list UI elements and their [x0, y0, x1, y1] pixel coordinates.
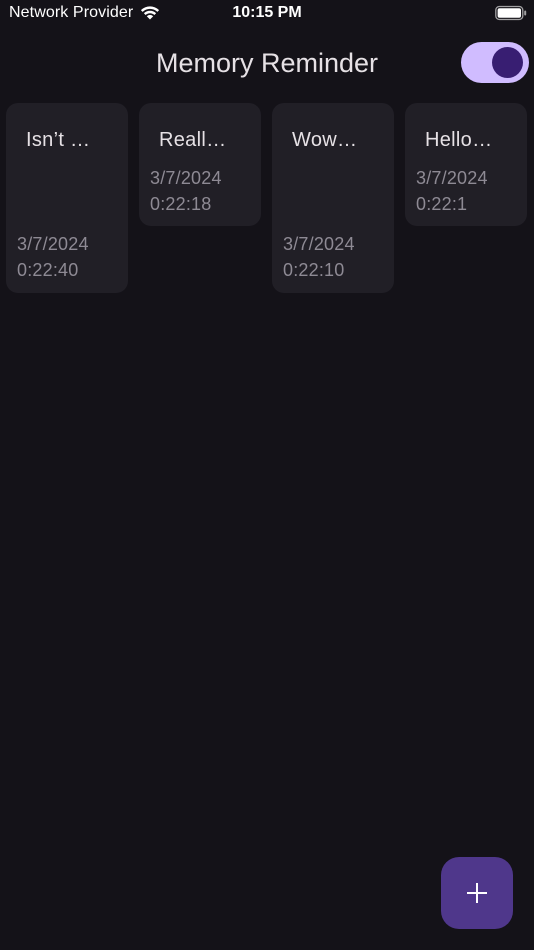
- note-card[interactable]: Wow… 3/7/2024 0:22:10: [272, 103, 394, 293]
- note-time: 0:22:10: [283, 260, 345, 280]
- status-bar: Network Provider 10:15 PM: [0, 0, 534, 28]
- note-card[interactable]: Isn’t … 3/7/2024 0:22:40: [6, 103, 128, 293]
- note-title: Hello…: [425, 129, 493, 151]
- note-title: Isn’t …: [26, 129, 91, 151]
- switch-thumb: [492, 47, 523, 78]
- app-screen: Network Provider 10:15 PM Memory Reminde…: [0, 0, 534, 950]
- note-date: 3/7/2024: [416, 168, 488, 188]
- note-card[interactable]: Hello… 3/7/2024 0:22:1: [405, 103, 527, 226]
- note-date: 3/7/2024: [150, 168, 222, 188]
- theme-toggle-switch[interactable]: [461, 42, 529, 83]
- note-card[interactable]: Reall… 3/7/2024 0:22:18: [139, 103, 261, 226]
- note-time: 0:22:1: [416, 194, 468, 214]
- notes-grid: Isn’t … 3/7/2024 0:22:40 Reall… 3/7/2024…: [6, 103, 530, 303]
- clock-label: 10:15 PM: [232, 4, 302, 21]
- battery-icon: [495, 5, 527, 21]
- app-bar: Memory Reminder: [0, 36, 534, 92]
- note-title: Reall…: [159, 129, 227, 151]
- add-note-button[interactable]: [441, 857, 513, 929]
- note-date: 3/7/2024: [17, 234, 89, 254]
- note-time: 0:22:18: [150, 194, 212, 214]
- plus-icon: [467, 883, 487, 903]
- note-title: Wow…: [292, 129, 358, 151]
- note-date: 3/7/2024: [283, 234, 355, 254]
- page-title: Memory Reminder: [155, 48, 379, 78]
- note-time: 0:22:40: [17, 260, 79, 280]
